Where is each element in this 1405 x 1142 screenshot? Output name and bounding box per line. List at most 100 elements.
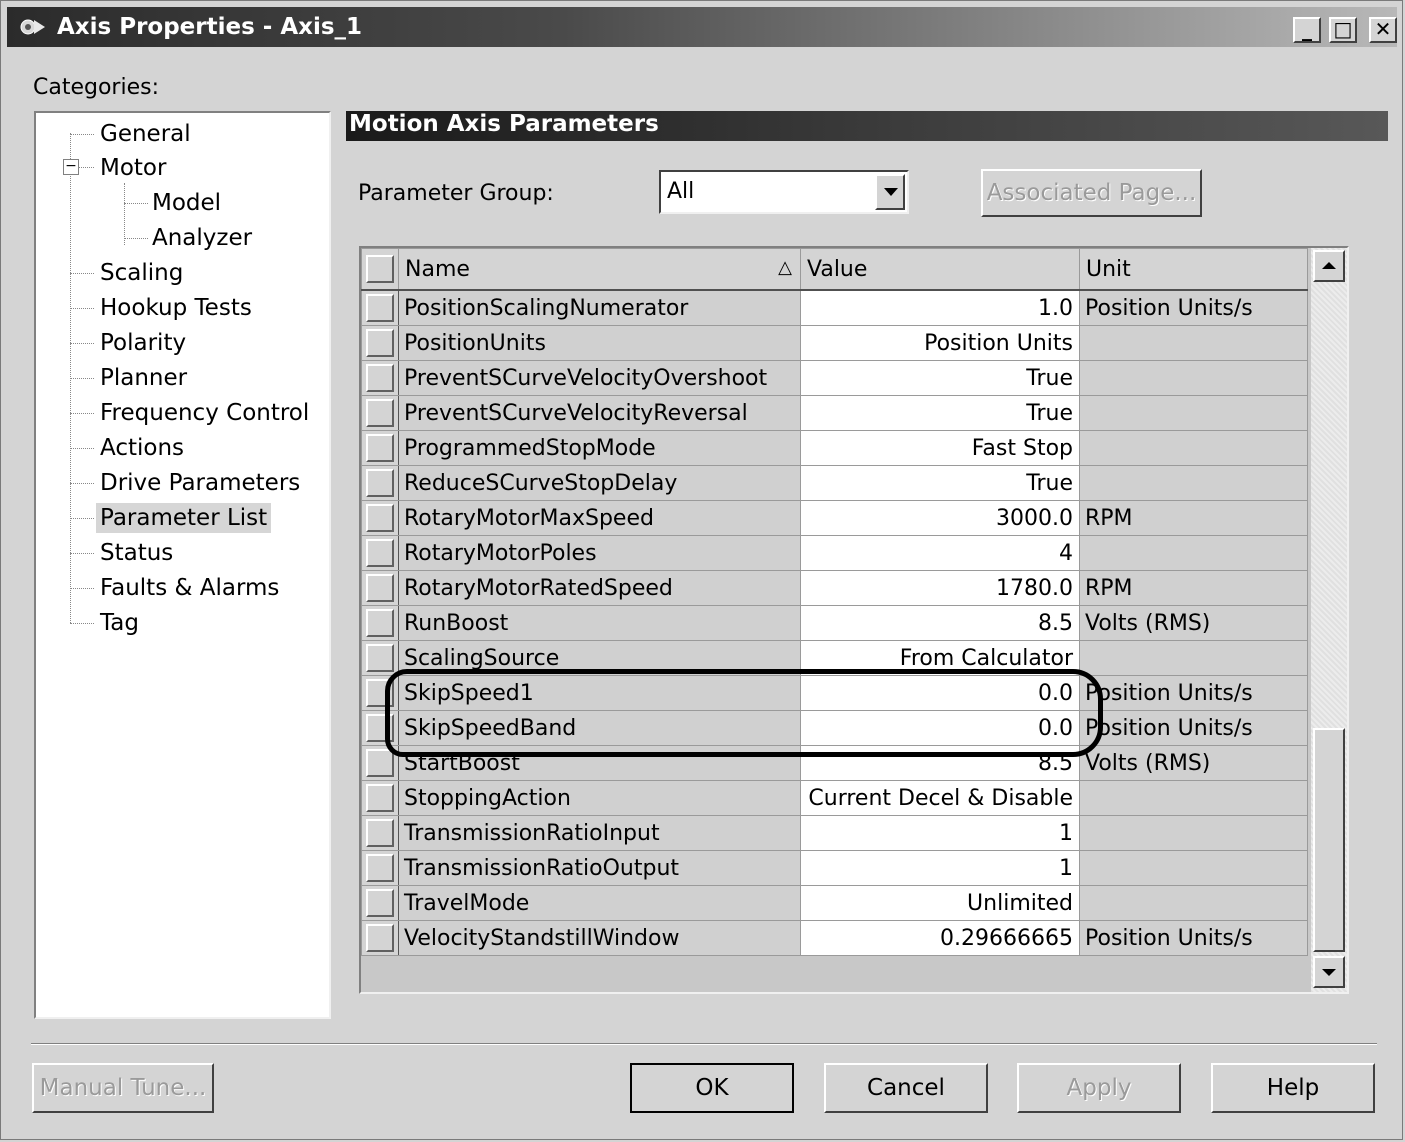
table-row[interactable]: ReduceSCurveStopDelay True <box>361 465 1308 501</box>
row-header[interactable] <box>361 850 399 886</box>
table-row[interactable]: PositionUnits Position Units <box>361 325 1308 361</box>
close-button[interactable]: ✕ <box>1369 17 1397 43</box>
row-header[interactable] <box>361 920 399 956</box>
apply-button[interactable]: Apply <box>1017 1063 1181 1113</box>
row-header[interactable] <box>361 289 399 326</box>
row-header[interactable] <box>361 360 399 396</box>
tree-item-scaling[interactable]: Scaling <box>100 258 183 288</box>
table-row[interactable]: PreventSCurveVelocityReversal True <box>361 395 1308 431</box>
manual-tune-button[interactable]: Manual Tune... <box>32 1063 214 1113</box>
row-header[interactable] <box>361 780 399 816</box>
associated-page-button[interactable]: Associated Page... <box>981 169 1202 217</box>
tree-line <box>78 167 94 168</box>
parameter-value-cell[interactable]: Fast Stop <box>800 430 1080 466</box>
axis-app-icon <box>20 19 45 35</box>
row-header[interactable] <box>361 885 399 921</box>
tree-item-polarity[interactable]: Polarity <box>100 328 186 358</box>
column-header-value[interactable]: Value <box>800 248 1080 291</box>
maximize-button[interactable]: □ <box>1329 17 1357 43</box>
tree-item-motor[interactable]: Motor <box>100 153 166 183</box>
help-button[interactable]: Help <box>1211 1063 1375 1113</box>
title-bar[interactable]: Axis Properties - Axis_1 _ □ ✕ <box>7 7 1397 47</box>
tree-item-parameter-list[interactable]: Parameter List <box>96 503 272 533</box>
tree-item-tag[interactable]: Tag <box>100 608 139 638</box>
parameter-value-cell[interactable]: 4 <box>800 535 1080 571</box>
table-row[interactable]: ProgrammedStopMode Fast Stop <box>361 430 1308 466</box>
parameter-name-cell: RotaryMotorPoles <box>398 535 801 571</box>
scroll-down-button[interactable] <box>1313 956 1345 988</box>
parameter-value-cell[interactable]: 1 <box>800 850 1080 886</box>
table-row[interactable]: TravelMode Unlimited <box>361 885 1308 921</box>
parameter-value-cell[interactable]: True <box>800 395 1080 431</box>
row-header[interactable] <box>361 815 399 851</box>
dropdown-arrow-icon[interactable] <box>875 174 905 210</box>
row-header[interactable] <box>361 500 399 536</box>
row-header[interactable] <box>361 605 399 641</box>
table-row[interactable]: VelocityStandstillWindow 0.29666665 Positi… <box>361 920 1308 956</box>
ok-button[interactable]: OK <box>630 1063 794 1113</box>
parameter-value-cell[interactable]: Current Decel & Disable <box>800 780 1080 816</box>
row-header[interactable] <box>361 465 399 501</box>
tree-item-drive-parameters[interactable]: Drive Parameters <box>100 468 300 498</box>
vertical-scrollbar[interactable] <box>1311 248 1347 992</box>
table-row[interactable]: RotaryMotorRatedSpeed 1780.0 RPM <box>361 570 1308 606</box>
parameter-value-cell[interactable]: Unlimited <box>800 885 1080 921</box>
collapse-icon[interactable]: − <box>63 159 79 175</box>
column-header-name[interactable]: Name △ <box>398 248 801 291</box>
tree-item-status[interactable]: Status <box>100 538 173 568</box>
table-row[interactable]: RunBoost 8.5 Volts (RMS) <box>361 605 1308 641</box>
tree-line <box>70 308 94 309</box>
table-row[interactable]: PreventSCurveVelocityOvershoot True <box>361 360 1308 396</box>
parameter-unit-cell: RPM <box>1079 500 1308 536</box>
scroll-up-button[interactable] <box>1313 250 1345 282</box>
row-header[interactable] <box>361 640 399 676</box>
table-row[interactable]: TransmissionRatioOutput 1 <box>361 850 1308 886</box>
tree-line <box>70 483 94 484</box>
parameter-group-select[interactable]: All <box>659 170 909 214</box>
row-selector-box <box>366 889 394 917</box>
tree-item-general[interactable]: General <box>100 119 191 149</box>
parameter-value-cell[interactable]: True <box>800 465 1080 501</box>
table-row[interactable]: TransmissionRatioInput 1 <box>361 815 1308 851</box>
tree-item-hookup-tests[interactable]: Hookup Tests <box>100 293 252 323</box>
parameter-value-cell[interactable]: True <box>800 360 1080 396</box>
parameter-group-value: All <box>667 179 695 204</box>
parameter-unit-cell <box>1079 885 1308 921</box>
category-tree[interactable]: General − Motor Model Analyzer Scaling H… <box>34 111 331 1019</box>
tree-line <box>124 183 125 245</box>
tree-item-model[interactable]: Model <box>152 188 221 218</box>
parameter-grid[interactable]: Name △ Value Unit PositionScalingNumerat… <box>359 246 1349 994</box>
row-header[interactable] <box>361 570 399 606</box>
row-selector-box <box>366 364 394 392</box>
row-header[interactable] <box>361 325 399 361</box>
tree-line <box>70 588 94 589</box>
table-row[interactable]: RotaryMotorPoles 4 <box>361 535 1308 571</box>
parameter-value-cell[interactable]: 1780.0 <box>800 570 1080 606</box>
tree-item-faults-alarms[interactable]: Faults & Alarms <box>100 573 279 603</box>
table-row[interactable]: PositionScalingNumerator 1.0 Position Unit… <box>361 289 1308 326</box>
parameter-name-cell: StoppingAction <box>398 780 801 816</box>
tree-item-analyzer[interactable]: Analyzer <box>152 223 252 253</box>
tree-item-planner[interactable]: Planner <box>100 363 187 393</box>
tree-item-frequency-control[interactable]: Frequency Control <box>100 398 309 428</box>
tree-item-actions[interactable]: Actions <box>100 433 184 463</box>
table-row[interactable]: RotaryMotorMaxSpeed 3000.0 RPM <box>361 500 1308 536</box>
parameter-value-cell[interactable]: 8.5 <box>800 605 1080 641</box>
row-header[interactable] <box>361 395 399 431</box>
corner-header[interactable] <box>361 248 399 291</box>
parameter-unit-cell <box>1079 535 1308 571</box>
cancel-button[interactable]: Cancel <box>824 1063 988 1113</box>
row-selector-box <box>366 644 394 672</box>
minimize-button[interactable]: _ <box>1293 17 1321 43</box>
parameter-value-cell[interactable]: Position Units <box>800 325 1080 361</box>
column-header-unit[interactable]: Unit <box>1079 248 1308 291</box>
row-header[interactable] <box>361 430 399 466</box>
scroll-thumb[interactable] <box>1313 728 1345 952</box>
table-row[interactable]: StoppingAction Current Decel & Disable <box>361 780 1308 816</box>
parameter-value-cell[interactable]: 1.0 <box>800 289 1080 326</box>
parameter-value-cell[interactable]: 3000.0 <box>800 500 1080 536</box>
parameter-unit-cell <box>1079 395 1308 431</box>
parameter-value-cell[interactable]: 0.29666665 <box>800 920 1080 956</box>
parameter-value-cell[interactable]: 1 <box>800 815 1080 851</box>
row-header[interactable] <box>361 535 399 571</box>
